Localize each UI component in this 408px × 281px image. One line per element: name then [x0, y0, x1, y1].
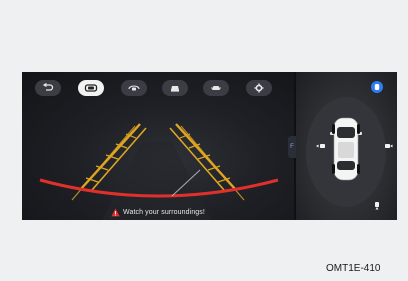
gear-icon — [254, 83, 264, 93]
warning-banner: Watch your surroundings! — [22, 206, 294, 218]
top-down-car-icon — [211, 86, 221, 90]
page: Watch your surroundings! F OMT1E-410 — [0, 0, 408, 281]
top-down-view-button[interactable] — [203, 80, 229, 96]
camera-right-icon[interactable] — [385, 144, 393, 148]
rear-camera-icon — [84, 84, 98, 92]
camera-display: Watch your surroundings! F — [22, 72, 397, 220]
back-arrow-icon — [42, 83, 54, 91]
warning-text: Watch your surroundings! — [123, 208, 205, 216]
camera-top-icon[interactable] — [371, 81, 383, 93]
camera-bottom-icon[interactable] — [375, 202, 379, 210]
car-top-view — [330, 117, 362, 181]
figure-caption: OMT1E-410 — [326, 263, 381, 274]
settings-button[interactable] — [246, 80, 272, 96]
camera-360-icon — [128, 85, 140, 91]
top-view-panel — [296, 72, 397, 220]
side-tab[interactable]: F — [288, 136, 296, 158]
top-view-scene — [306, 81, 393, 210]
camera-toolbar — [22, 78, 294, 98]
front-car-icon — [171, 86, 179, 92]
warning-triangle-icon — [111, 207, 120, 216]
rear-camera-view: Watch your surroundings! — [22, 72, 294, 220]
front-camera-button[interactable] — [162, 80, 188, 96]
back-button[interactable] — [35, 80, 61, 96]
rear-camera-button[interactable] — [78, 80, 104, 96]
camera-360-button[interactable] — [121, 80, 147, 96]
